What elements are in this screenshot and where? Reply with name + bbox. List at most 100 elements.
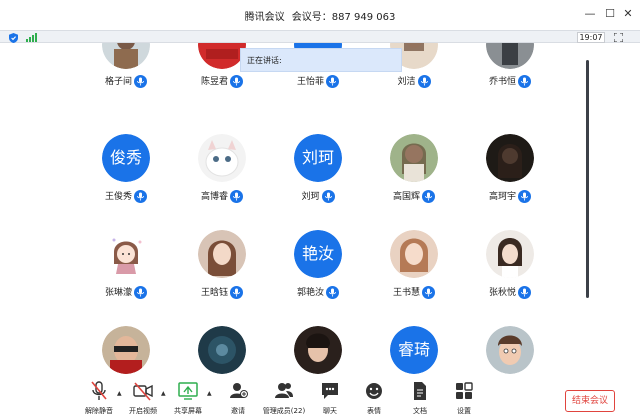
share-options-caret[interactable]: ▲ [207,390,212,397]
avatar [102,326,150,374]
invite-button[interactable]: 邀请 [224,380,252,420]
participant-name: 刘珂 [301,191,320,202]
participant-tile[interactable]: 高博睿 [174,134,270,230]
camera-off-icon [133,382,153,401]
end-meeting-button[interactable]: 结束会议 [565,390,615,412]
manage-members-button[interactable]: 管理成员(22) [262,380,306,420]
grid-settings-icon [456,382,473,399]
settings-button[interactable]: 设置 [452,380,476,420]
name-row: 王怡菲 [270,71,366,88]
avatar-initials: 睿琦 [390,326,438,374]
avatar: 艳汝 [294,230,342,278]
invite-label: 邀请 [231,407,245,415]
meeting-toolbar: 解除静音 ▲ 开启视频 ▲ 共享屏幕 ▲ 邀请 管理成员(22) 聊天 表情 文… [0,378,640,420]
document-icon [414,382,426,400]
mic-icon [422,190,435,203]
avatar [198,134,246,182]
reactions-button[interactable]: 表情 [362,380,386,420]
mic-icon [134,75,147,88]
mic-icon [518,190,531,203]
participant-name: 高国辉 [392,191,420,202]
mic-icon [321,190,335,203]
participant-tile[interactable]: 刘珂 刘珂 [270,134,366,230]
participant-name: 王书慧 [392,287,420,298]
mic-icon [134,286,147,299]
participant-name: 乔书恒 [488,76,516,87]
participant-tile[interactable]: 睿琦 [366,326,462,376]
participant-tile[interactable]: 张琳濛 [78,230,174,326]
speaking-label: 正在讲话: [247,56,282,65]
window-title: 腾讯会议 会议号：887 949 063 [0,8,640,23]
docs-label: 文档 [413,407,427,415]
maximize-button[interactable]: ☐ [602,6,618,22]
docs-button[interactable]: 文档 [408,380,432,420]
shield-icon[interactable] [9,33,18,43]
mic-icon [422,286,435,299]
name-row: 乔书恒 [462,71,558,88]
participant-tile[interactable]: 张秋悦 [462,230,558,326]
signal-bars-icon[interactable] [26,33,37,42]
close-button[interactable]: ✕ [620,6,636,22]
avatar: 俊秀 [102,134,150,182]
share-screen-label: 共享屏幕 [174,407,202,415]
avatar [102,230,150,278]
participant-tile[interactable]: 乔书恒 [462,43,558,117]
participant-tile[interactable]: 高珂宇 [462,134,558,230]
name-row: 高博睿 [174,186,270,203]
status-bar: 19:07 [0,30,640,43]
start-video-button[interactable]: 开启视频 [128,380,158,420]
name-row: 王晗钰 [174,282,270,299]
participant-name: 格子间 [104,76,132,87]
participant-tile[interactable]: 高国辉 [366,134,462,230]
name-row: 格子间 [78,71,174,88]
speaking-indicator: 正在讲话: [240,48,402,72]
name-row: 郭艳汝 [270,282,366,299]
avatar: 睿琦 [390,326,438,374]
participant-tile[interactable]: 俊秀 王俊秀 [78,134,174,230]
avatar [294,326,342,374]
avatar [486,326,534,374]
share-screen-button[interactable]: 共享屏幕 [172,380,204,420]
participant-tile[interactable] [462,326,558,376]
avatar [486,43,534,69]
participant-tile[interactable] [78,326,174,376]
fullscreen-icon[interactable] [614,33,623,42]
mic-icon [230,286,243,299]
participant-grid: 格子间 毛 陈昱君 王怡菲 刘洁 [0,43,580,376]
app-name: 腾讯会议 [244,12,285,23]
minimize-button[interactable]: — [582,6,598,22]
avatar [390,134,438,182]
mic-icon [326,286,339,299]
avatar [486,134,534,182]
participant-name: 王俊秀 [104,191,132,202]
participant-tile[interactable]: 王书慧 [366,230,462,326]
name-row: 王书慧 [366,282,462,299]
chat-button[interactable]: 聊天 [318,380,342,420]
name-row: 高国辉 [366,186,462,203]
participant-name: 陈昱君 [200,76,228,87]
mic-icon [417,75,431,88]
settings-label: 设置 [457,407,471,415]
participant-tile[interactable]: 艳汝 郭艳汝 [270,230,366,326]
chat-icon [322,383,338,399]
add-user-icon [230,383,248,398]
participant-tile[interactable]: 王晗钰 [174,230,270,326]
participant-name: 张秋悦 [488,287,516,298]
participant-tile[interactable] [174,326,270,376]
unmute-label: 解除静音 [85,407,113,415]
mic-muted-icon [91,381,107,400]
start-video-label: 开启视频 [129,407,157,415]
participant-tile[interactable]: 格子间 [78,43,174,117]
participant-name: 刘洁 [397,76,416,87]
unmute-button[interactable]: 解除静音 [84,380,114,420]
participant-tile[interactable] [270,326,366,376]
mic-icon [518,75,531,88]
title-bar: 腾讯会议 会议号：887 949 063 — ☐ ✕ [0,0,640,30]
audio-options-caret[interactable]: ▲ [117,390,122,397]
participant-name: 郭艳汝 [296,287,324,298]
scrollbar[interactable] [586,60,589,298]
name-row: 刘洁 [366,71,462,88]
participant-name: 王怡菲 [296,76,324,87]
video-options-caret[interactable]: ▲ [161,390,166,397]
mic-icon [326,75,339,88]
